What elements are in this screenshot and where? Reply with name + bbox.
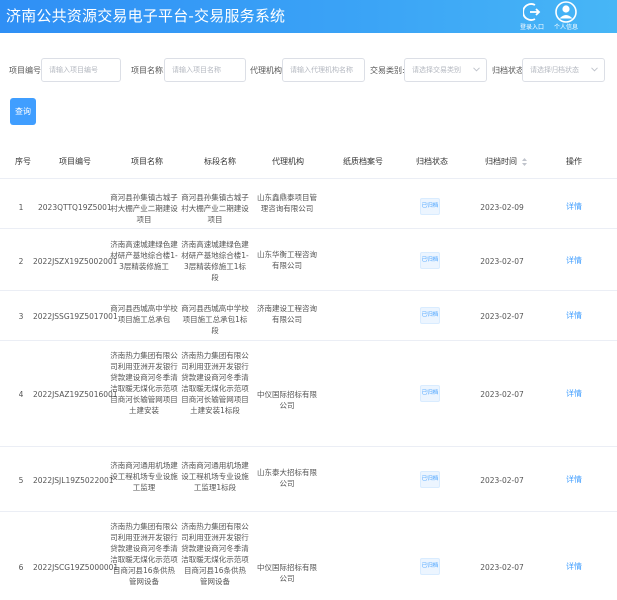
project-name-label: 项目名称:: [131, 66, 166, 75]
status-badge: 已归档: [420, 252, 440, 269]
col-header-project-name: 项目名称: [131, 157, 163, 166]
app-title: 济南公共资源交易电子平台-交易服务系统: [6, 7, 286, 25]
chevron-down-icon: [473, 67, 480, 72]
logout-button[interactable]: 登录入口: [514, 1, 550, 32]
row-agency: 中仪国际招标有限公司: [257, 390, 317, 410]
detail-link[interactable]: 详情: [566, 561, 582, 572]
trade-type-placeholder: 请选择交易类别: [412, 66, 461, 74]
sort-icon: [521, 157, 527, 166]
divider: [0, 290, 617, 291]
row-project-no: 2022JSCG19Z5000001: [33, 563, 119, 572]
profile-button[interactable]: 个人信息: [548, 1, 584, 32]
project-name-input[interactable]: [164, 58, 246, 82]
row-agency: 山东鑫鼎泰项目管理咨询有限公司: [257, 193, 317, 213]
row-project-name: 商河县孙集镇古城子村大棚产业二期建设项目: [110, 193, 178, 224]
row-agency: 山东泰大招标有限公司: [257, 468, 317, 488]
divider: [0, 511, 617, 512]
project-no-label: 项目编号:: [9, 66, 44, 75]
col-header-project-no: 项目编号: [59, 157, 91, 166]
agency-input[interactable]: [282, 58, 365, 82]
archive-status-select[interactable]: 请选择归档状态: [522, 58, 605, 82]
col-header-section-name: 标段名称: [204, 157, 236, 166]
row-project-no: 2022JSAZ19Z5016001: [33, 390, 118, 399]
status-badge: 已归档: [420, 198, 440, 215]
divider: [0, 340, 617, 341]
archive-status-placeholder: 请选择归档状态: [530, 66, 579, 74]
row-project-no: 2022JSJL19Z5022001: [33, 476, 114, 485]
status-badge: 已归档: [420, 471, 440, 488]
col-header-action: 操作: [566, 157, 582, 166]
divider: [0, 228, 617, 229]
row-section-name: 济南热力集团有限公司利用亚洲开发银行贷款建设商河冬季清洁取暖无煤化示范项目商河长…: [181, 351, 249, 415]
divider: [0, 178, 617, 179]
col-header-status: 归档状态: [416, 157, 448, 166]
row-project-name: 济南商河通用机场建设工程机场专业设施工监理: [110, 461, 178, 492]
row-section-name: 商河县孙集镇古城子村大棚产业二期建设项目: [181, 193, 249, 224]
status-badge: 已归档: [420, 558, 440, 575]
detail-link[interactable]: 详情: [566, 474, 582, 485]
logout-label: 登录入口: [519, 24, 544, 31]
trade-type-select[interactable]: 请选择交易类别: [404, 58, 487, 82]
detail-link[interactable]: 详情: [566, 201, 582, 212]
detail-link[interactable]: 详情: [566, 255, 582, 266]
chevron-down-icon: [591, 67, 598, 72]
status-badge: 已归档: [420, 307, 440, 324]
trade-type-label: 交易类别:: [370, 66, 405, 75]
profile-label: 个人信息: [553, 24, 578, 31]
logout-icon: [523, 3, 541, 21]
row-archive-date: 2023-02-07: [480, 390, 524, 399]
row-section-name: 济南高速城建绿色建材研产基地综合楼1-3层精装修施工1标段: [181, 240, 249, 282]
row-section-name: 商河县西城高中学校项目施工总承包1标段: [181, 304, 249, 335]
row-project-no: 2022JSSG19Z5017001: [33, 312, 118, 321]
row-agency: 济南建设工程咨询有限公司: [257, 304, 317, 324]
agency-label: 代理机构:: [250, 66, 285, 75]
row-project-name: 济南热力集团有限公司利用亚洲开发银行贷款建设商河冬季清洁取暖无煤化示范项目商河长…: [110, 351, 178, 415]
row-agency: 中仪国际招标有限公司: [257, 563, 317, 583]
row-index: 3: [18, 312, 24, 321]
col-header-paper-no: 纸质档案号: [343, 157, 383, 166]
row-project-no: 2022JSZX19Z5002001: [33, 257, 118, 266]
user-icon: [555, 1, 577, 23]
row-archive-date: 2023-02-07: [480, 312, 524, 321]
row-project-no: 2023QTTQ19Z5001: [38, 203, 112, 212]
status-badge: 已归档: [420, 385, 440, 402]
header-bar: 济南公共资源交易电子平台-交易服务系统 登录入口 个人信息: [0, 0, 617, 33]
row-index: 1: [18, 203, 24, 212]
row-index: 5: [18, 476, 24, 485]
row-agency: 山东华衡工程咨询有限公司: [257, 250, 317, 270]
row-index: 4: [18, 390, 24, 399]
row-section-name: 济南热力集团有限公司利用亚洲开发银行贷款建设商河冬季清洁取暖无煤化示范项目商河县…: [181, 522, 249, 586]
col-header-agency: 代理机构: [272, 157, 304, 166]
row-archive-date: 2023-02-07: [480, 476, 524, 485]
col-header-date[interactable]: 归档时间: [485, 156, 527, 167]
divider: [0, 446, 617, 447]
col-header-date-label: 归档时间: [485, 157, 517, 166]
col-header-index: 序号: [15, 157, 31, 166]
row-project-name: 商河县西城高中学校项目施工总承包: [110, 304, 178, 324]
detail-link[interactable]: 详情: [566, 310, 582, 321]
row-index: 2: [18, 257, 24, 266]
row-project-name: 济南高速城建绿色建材研产基地综合楼1-3层精装修施工: [110, 240, 178, 271]
row-index: 6: [18, 563, 24, 572]
project-no-input[interactable]: [41, 58, 121, 82]
row-section-name: 济南商河通用机场建设工程机场专业设施工监理1标段: [181, 461, 249, 492]
row-archive-date: 2023-02-07: [480, 257, 524, 266]
row-archive-date: 2023-02-07: [480, 563, 524, 572]
detail-link[interactable]: 详情: [566, 388, 582, 399]
row-project-name: 济南热力集团有限公司利用亚洲开发银行贷款建设商河冬季清洁取暖无煤化示范项目商河县…: [110, 522, 178, 586]
query-button[interactable]: 查询: [10, 98, 36, 125]
row-archive-date: 2023-02-09: [480, 203, 524, 212]
